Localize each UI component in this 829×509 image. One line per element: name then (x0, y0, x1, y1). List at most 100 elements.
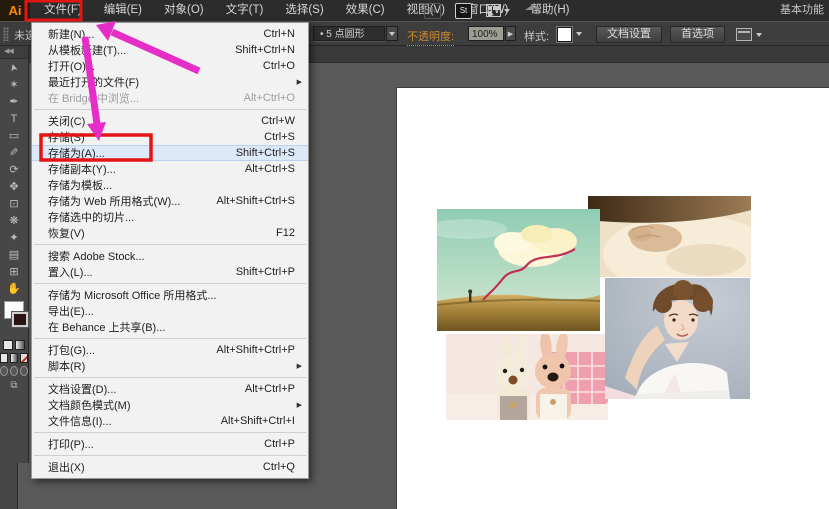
file-menu-item-save-as[interactable]: 存储为(A)... Shift+Ctrl+S (32, 145, 308, 161)
portrait-photo[interactable] (605, 278, 750, 399)
stroke-swatch[interactable] (12, 312, 28, 327)
pencil-tool-icon: ✎ (9, 146, 18, 159)
free-transform-tool-icon: ⊡ (9, 197, 18, 210)
arrange-documents-icon[interactable] (486, 4, 510, 17)
width-tool[interactable]: ✥ (0, 178, 28, 195)
file-menu-item[interactable]: 打印(P)... Ctrl+P (32, 436, 308, 452)
illustrator-window: Ai 文件(F)编辑(E)对象(O)文字(T)选择(S)效果(C)视图(V)窗口… (0, 0, 829, 509)
style-swatch[interactable] (557, 27, 572, 42)
fill-stroke-controls[interactable] (0, 301, 28, 337)
file-menu-item[interactable]: 退出(X) Ctrl+Q (32, 459, 308, 475)
file-menu-item[interactable]: 存储为 Microsoft Office 所用格式... (32, 287, 308, 303)
menubar-item-1[interactable]: 文件(F) (33, 0, 93, 21)
workspace-switcher[interactable]: 基本功能 (780, 0, 824, 21)
document-setup-button[interactable]: 文档设置 (596, 26, 662, 43)
menubar-item-2[interactable]: 编辑(E) (93, 0, 153, 21)
menubar-item-3[interactable]: 对象(O) (153, 0, 215, 21)
file-menu-item[interactable]: 存储为 Web 所用格式(W)... Alt+Shift+Ctrl+S (32, 193, 308, 209)
hand-tool[interactable]: ✋ (0, 280, 28, 297)
screen-mode-icon[interactable]: ⧉ (0, 380, 28, 391)
chevron-down-icon (504, 9, 510, 13)
collapse-panel-button[interactable]: ◀◀ (0, 46, 28, 59)
draw-behind-button[interactable] (10, 366, 18, 376)
stock-icon[interactable]: St (455, 3, 472, 19)
opacity-input[interactable]: 100% (468, 26, 504, 41)
panel-grip (3, 27, 9, 41)
rectangle-tool-icon: ▭ (9, 129, 19, 142)
file-menu-item[interactable]: 打包(G)... Alt+Shift+Ctrl+P (32, 342, 308, 358)
graph-tool[interactable]: ▤ (0, 246, 28, 263)
gradient-button[interactable] (15, 340, 25, 350)
menu-separator (34, 432, 306, 433)
rotate-tool-icon: ⟳ (9, 163, 18, 176)
file-menu-item[interactable]: 在 Behance 上共享(B)... (32, 319, 308, 335)
file-menu-item[interactable]: 关闭(C) Ctrl+W (32, 113, 308, 129)
symbol-sprayer-tool-icon: ❋ (9, 214, 18, 227)
menu-separator (34, 377, 306, 378)
bunnies-photo[interactable] (446, 334, 608, 420)
brush-dropdown-button[interactable] (386, 26, 398, 41)
draw-normal-button[interactable] (0, 366, 8, 376)
hand-tool-icon: ✋ (7, 282, 21, 295)
submenu-arrow-icon: ▶ (297, 78, 302, 86)
artboard-tool[interactable]: ⊞ (0, 263, 28, 280)
file-menu-item[interactable]: 存储为模板... (32, 177, 308, 193)
submenu-arrow-icon: ▶ (297, 401, 302, 409)
panel-options-icon[interactable] (736, 28, 762, 41)
eyedropper-tool[interactable]: ✦ (0, 229, 28, 246)
style-dropdown-icon[interactable] (576, 32, 582, 36)
file-menu-item[interactable]: 存储(S) Ctrl+S (32, 129, 308, 145)
bridge-icon[interactable]: Br (424, 3, 441, 19)
brush-definition-select[interactable]: • 5 点圆形 (313, 26, 385, 41)
file-menu-item[interactable]: 最近打开的文件(F) ▶ (32, 74, 308, 90)
file-menu-item[interactable]: 打开(O)... Ctrl+O (32, 58, 308, 74)
file-menu: 新建(N)... Ctrl+N 从模板新建(T)... Shift+Ctrl+N… (31, 22, 309, 479)
file-menu-item[interactable]: 存储选中的切片... (32, 209, 308, 225)
rotate-tool[interactable]: ⟳ (0, 161, 28, 178)
file-menu-item[interactable]: 文件信息(I)... Alt+Shift+Ctrl+I (32, 413, 308, 429)
file-menu-item[interactable]: 在 Bridge 中浏览... Alt+Ctrl+O (32, 90, 308, 106)
kite-photo[interactable] (437, 209, 600, 331)
file-menu-item[interactable]: 恢复(V) F12 (32, 225, 308, 241)
file-menu-item[interactable]: 存储副本(Y)... Alt+Ctrl+S (32, 161, 308, 177)
file-menu-item[interactable]: 置入(L)... Shift+Ctrl+P (32, 264, 308, 280)
preferences-button[interactable]: 首选项 (670, 26, 725, 43)
artboard-tool-icon: ⊞ (9, 265, 18, 278)
file-menu-item[interactable]: 从模板新建(T)... Shift+Ctrl+N (32, 42, 308, 58)
draw-inside-button[interactable] (20, 366, 28, 376)
type-tool-icon: T (11, 113, 18, 125)
none-button[interactable] (20, 353, 28, 363)
menu-separator (34, 338, 306, 339)
gradient-mini[interactable] (10, 353, 18, 363)
file-menu-item[interactable]: 文档设置(D)... Alt+Ctrl+P (32, 381, 308, 397)
file-menu-item[interactable]: 导出(E)... (32, 303, 308, 319)
panel-dock-strip (0, 462, 18, 509)
file-menu-item[interactable]: 脚本(R) ▶ (32, 358, 308, 374)
menubar-item-5[interactable]: 选择(S) (274, 0, 334, 21)
menu-separator (34, 109, 306, 110)
pillow-photo[interactable] (588, 196, 751, 277)
magic-wand-tool-icon: ✶ (9, 78, 18, 91)
eyedropper-tool-icon: ✦ (9, 231, 18, 244)
file-menu-item[interactable]: 新建(N)... Ctrl+N (32, 26, 308, 42)
file-menu-item[interactable]: 文档颜色模式(M) ▶ (32, 397, 308, 413)
color-button[interactable] (3, 340, 13, 350)
free-transform-tool[interactable]: ⊡ (0, 195, 28, 212)
opacity-label[interactable]: 不透明度: (407, 28, 454, 46)
pen-tool[interactable]: ✒ (0, 93, 28, 110)
symbol-sprayer-tool[interactable]: ❋ (0, 212, 28, 229)
cs-live-icon[interactable] (524, 1, 540, 20)
layout-grid-icon (486, 4, 501, 17)
menubar-item-4[interactable]: 文字(T) (215, 0, 275, 21)
fill-color-mini[interactable] (0, 353, 8, 363)
menubar-item-6[interactable]: 效果(C) (335, 0, 396, 21)
rectangle-tool[interactable]: ▭ (0, 127, 28, 144)
graph-tool-icon: ▤ (9, 248, 19, 261)
magic-wand-tool[interactable]: ✶ (0, 76, 28, 93)
type-tool[interactable]: T (0, 110, 28, 127)
selection-tool[interactable]: ➤ (0, 59, 28, 76)
file-menu-item[interactable]: 搜索 Adobe Stock... (32, 248, 308, 264)
pencil-tool[interactable]: ✎ (0, 144, 28, 161)
opacity-stepper[interactable]: ▶ (505, 26, 516, 41)
width-tool-icon: ✥ (9, 180, 18, 193)
